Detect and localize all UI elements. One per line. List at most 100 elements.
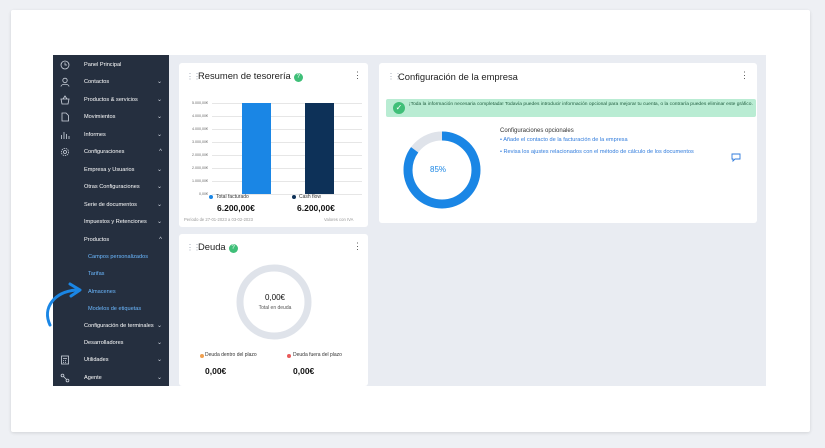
gear-icon — [60, 147, 70, 157]
y-tick-label: 1.000,00€ — [192, 179, 208, 183]
bar-total-facturado — [242, 103, 271, 194]
debt-widget: ⋮⋮ Deuda? ⋮ 0,00€ Total en deuda Deuda d… — [179, 234, 368, 386]
chevron-down-icon: ⌄ — [156, 132, 162, 138]
y-tick-label: 2.000,00€ — [192, 166, 208, 170]
legend-dot — [209, 195, 213, 199]
gridline — [212, 168, 362, 169]
y-tick-label: 2.000,00€ — [192, 153, 208, 157]
sidebar-item-label: Otras Configuraciones — [84, 183, 140, 190]
sidebar-item-serie-documentos[interactable]: Serie de documentos ⌄ — [53, 196, 169, 213]
sidebar-item-empresa-usuarios[interactable]: Empresa y Usuarios ⌄ — [53, 161, 169, 178]
sidebar-item-label: Movimientos — [84, 113, 116, 120]
clock-icon — [60, 60, 70, 70]
chevron-down-icon: ⌄ — [156, 375, 162, 381]
chevron-down-icon: ⌄ — [156, 184, 162, 190]
company-config-widget: ⋮⋮ Configuración de la empresa ⋮ ✓ ¡Toda… — [379, 63, 757, 223]
sidebar-item-label: Agente — [84, 374, 102, 381]
sidebar-item-otras-configuraciones[interactable]: Otras Configuraciones ⌄ — [53, 178, 169, 195]
gridline — [212, 116, 362, 117]
vat-note: Valores con IVA — [324, 217, 354, 222]
sidebar-item-label: Panel Principal — [84, 61, 122, 68]
chevron-down-icon: ⌄ — [156, 97, 162, 103]
legend-value: 6.200,00€ — [217, 203, 255, 213]
link-calculation-method[interactable]: • Revisa los ajustes relacionados con el… — [500, 149, 710, 156]
gridline — [212, 103, 362, 104]
chat-icon[interactable] — [731, 149, 741, 167]
y-tick-label: 4.000,00€ — [192, 127, 208, 131]
chevron-down-icon: ⌄ — [156, 167, 162, 173]
sidebar-item-desarrolladores[interactable]: Desarrolladores ⌄ — [53, 334, 169, 351]
calculator-icon — [60, 355, 70, 365]
link-billing-contact[interactable]: • Añade el contacto de la facturación de… — [500, 137, 628, 143]
debt-ring-track — [236, 264, 312, 340]
period-text: Periodo de 27-01-2023 a 03-02-2023 — [184, 217, 253, 222]
treasury-widget: ⋮⋮ Resumen de tesorería? ⋮ 5.000,00€ 4.0… — [179, 63, 368, 227]
bar-cash-flow — [305, 103, 334, 194]
sidebar-item-label: Campos personalizados — [88, 253, 149, 260]
sidebar-item-agente[interactable]: Agente ⌄ — [53, 369, 169, 386]
y-tick-label: 3.000,00€ — [192, 140, 208, 144]
sidebar-item-movimientos[interactable]: Movimientos ⌄ — [53, 108, 169, 125]
network-icon — [60, 373, 70, 383]
legend-label: Deuda dentro del plazo — [205, 352, 257, 358]
user-icon — [60, 77, 70, 87]
optional-title: Configuraciones opcionales — [500, 128, 574, 134]
widget-menu-icon[interactable]: ⋮ — [740, 70, 749, 81]
annotation-arrow — [46, 282, 82, 327]
document-icon — [60, 112, 70, 122]
chevron-down-icon: ⌄ — [156, 219, 162, 225]
legend-value: 6.200,00€ — [297, 203, 335, 213]
sidebar-item-campos-personalizados[interactable]: Campos personalizados — [53, 248, 169, 265]
sidebar-item-productos[interactable]: Productos ^ — [53, 231, 169, 248]
sidebar-item-productos-servicios[interactable]: Productos & servicios ⌄ — [53, 91, 169, 108]
gridline — [212, 181, 362, 182]
chevron-down-icon: ⌄ — [156, 323, 162, 329]
sidebar-item-label: Informes — [84, 131, 106, 138]
y-tick-label: 4.000,00€ — [192, 114, 208, 118]
legend-value: 0,00€ — [293, 366, 315, 376]
legend-dot — [292, 195, 296, 199]
treasury-title: Resumen de tesorería? — [198, 70, 303, 82]
chevron-down-icon: ⌄ — [156, 202, 162, 208]
legend-label: Cash flow — [299, 194, 321, 200]
chevron-down-icon: ⌄ — [156, 79, 162, 85]
sidebar-item-configuraciones[interactable]: Configuraciones ^ — [53, 143, 169, 160]
sidebar-item-label: Serie de documentos — [84, 201, 137, 208]
chevron-down-icon: ⌄ — [156, 114, 162, 120]
success-alert: ✓ ¡Toda la información necesaria complet… — [386, 99, 756, 117]
gridline — [212, 129, 362, 130]
chevron-up-icon: ^ — [159, 236, 162, 243]
treasury-chart-area: 5.000,00€ 4.000,00€ 4.000,00€ 3.000,00€ … — [184, 101, 368, 201]
help-icon[interactable]: ? — [293, 73, 303, 82]
config-title: Configuración de la empresa — [398, 71, 518, 82]
legend-label: Total facturado — [216, 194, 249, 200]
sidebar-item-impuestos-retenciones[interactable]: Impuestos y Retenciones ⌄ — [53, 213, 169, 230]
debt-ring — [236, 264, 312, 340]
debt-total-label: Total en deuda — [258, 305, 292, 311]
debt-title: Deuda? — [198, 241, 238, 253]
sidebar-item-panel-principal[interactable]: Panel Principal — [53, 56, 169, 73]
sidebar-item-label: Productos & servicios — [84, 96, 138, 103]
sidebar-item-label: Contactos — [84, 78, 110, 85]
sidebar-item-utilidades[interactable]: Utilidades ⌄ — [53, 351, 169, 368]
progress-label: 85% — [430, 165, 447, 174]
widget-menu-icon[interactable]: ⋮ — [353, 70, 362, 81]
sidebar-item-label: Empresa y Usuarios — [84, 166, 135, 173]
alert-text: ¡Toda la información necesaria completad… — [409, 102, 753, 107]
sidebar-item-label: Configuraciones — [84, 148, 125, 155]
sidebar-item-contactos[interactable]: Contactos ⌄ — [53, 73, 169, 90]
help-icon[interactable]: ? — [228, 244, 238, 253]
check-circle-icon: ✓ — [393, 102, 405, 114]
legend-value: 0,00€ — [205, 366, 227, 376]
legend-label: Deuda fuera del plazo — [293, 352, 342, 358]
y-tick-label: 5.000,00€ — [192, 101, 208, 105]
app-window: Panel Principal Contactos ⌄ Productos & … — [53, 55, 766, 386]
sidebar-item-informes[interactable]: Informes ⌄ — [53, 126, 169, 143]
widget-menu-icon[interactable]: ⋮ — [353, 241, 362, 252]
chevron-down-icon: ⌄ — [156, 357, 162, 363]
legend-dot — [200, 354, 204, 358]
sidebar-item-label: Desarrolladores — [84, 339, 124, 346]
legend-dot — [287, 354, 291, 358]
sidebar-item-label: Impuestos y Retenciones — [84, 218, 147, 225]
sidebar-item-label: Utilidades — [84, 356, 109, 363]
